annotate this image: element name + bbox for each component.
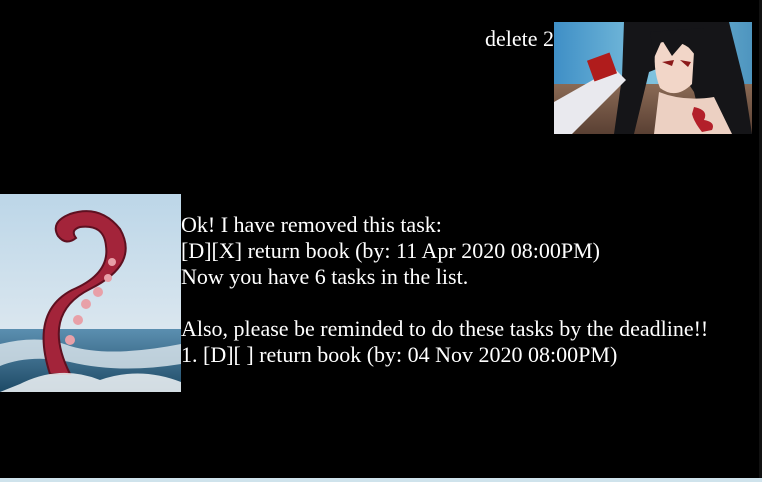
user-avatar-icon [554,22,752,134]
bot-message-line: Ok! I have removed this task: [181,212,442,237]
window-bottom-strip [0,478,762,482]
bot-dialog-box: Ok! I have removed this task: [D][X] ret… [0,194,741,392]
chat-window: delete 2 Ok! I have removed this task: [… [0,0,762,478]
user-dialog-box: delete 2 [485,22,752,134]
bot-avatar-icon [0,194,181,392]
bot-message-line: Now you have 6 tasks in the list. [181,264,469,289]
bot-message-line: [D][X] return book (by: 11 Apr 2020 08:0… [181,238,600,263]
bot-message-blank-line [181,290,741,316]
bot-message-line: 1. [D][ ] return book (by: 04 Nov 2020 0… [181,342,618,367]
bot-message-line: Also, please be reminded to do these tas… [181,316,709,341]
bot-message-text: Ok! I have removed this task: [D][X] ret… [181,212,741,368]
user-message-text: delete 2 [484,26,554,51]
